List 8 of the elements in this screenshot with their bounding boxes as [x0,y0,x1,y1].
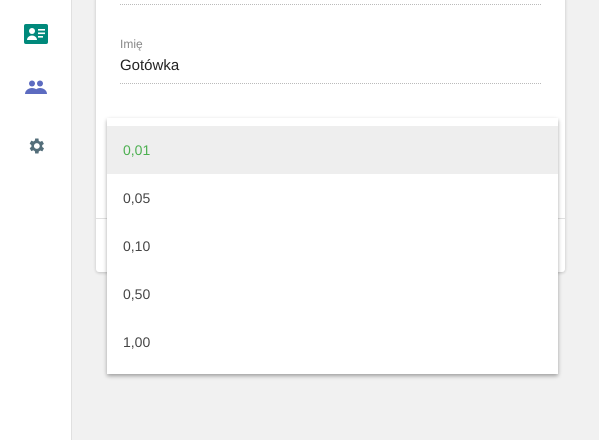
dropdown-option[interactable]: 0,05 [107,174,558,222]
dropdown-option[interactable]: 0,50 [107,270,558,318]
name-field[interactable]: Gotówka [120,51,541,84]
contact-card-icon[interactable] [24,24,48,44]
people-icon[interactable] [24,80,46,94]
field-label: Imię [120,37,144,51]
dropdown-option[interactable]: 1,00 [107,318,558,366]
dropdown-option[interactable]: 0,10 [107,222,558,270]
